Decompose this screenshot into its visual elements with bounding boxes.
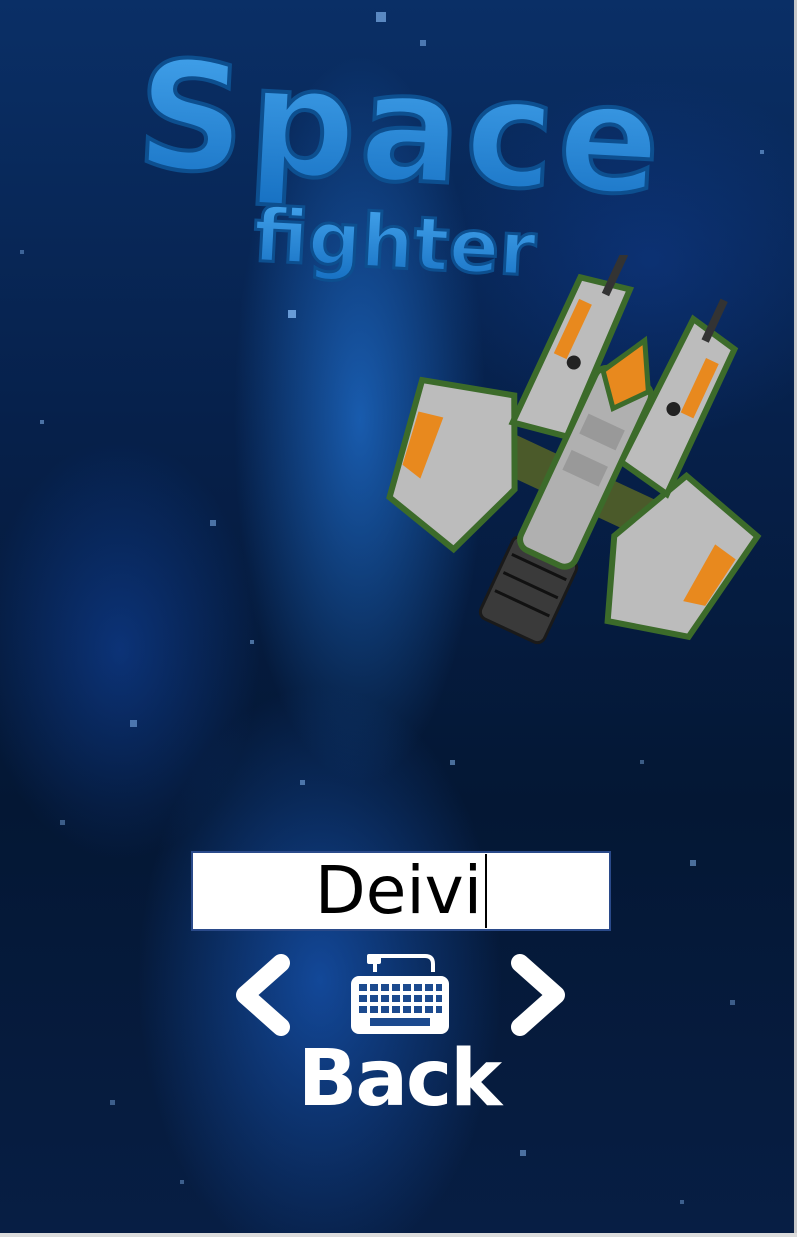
chevron-right-icon	[511, 954, 565, 1036]
player-name-field[interactable]: Deivi	[191, 851, 611, 931]
keyboard-button[interactable]	[345, 952, 455, 1038]
keyboard-icon	[351, 954, 449, 1034]
player-name-value: Deivi	[314, 852, 483, 929]
game-screen: Space fighter Deivi Back	[0, 0, 797, 1237]
back-button[interactable]: Back	[296, 1036, 502, 1122]
next-button[interactable]	[508, 953, 568, 1037]
chevron-left-icon	[236, 954, 290, 1036]
text-caret	[485, 854, 488, 928]
window-bottom-edge	[0, 1233, 797, 1237]
spaceship-image	[370, 252, 780, 725]
previous-button[interactable]	[233, 953, 293, 1037]
